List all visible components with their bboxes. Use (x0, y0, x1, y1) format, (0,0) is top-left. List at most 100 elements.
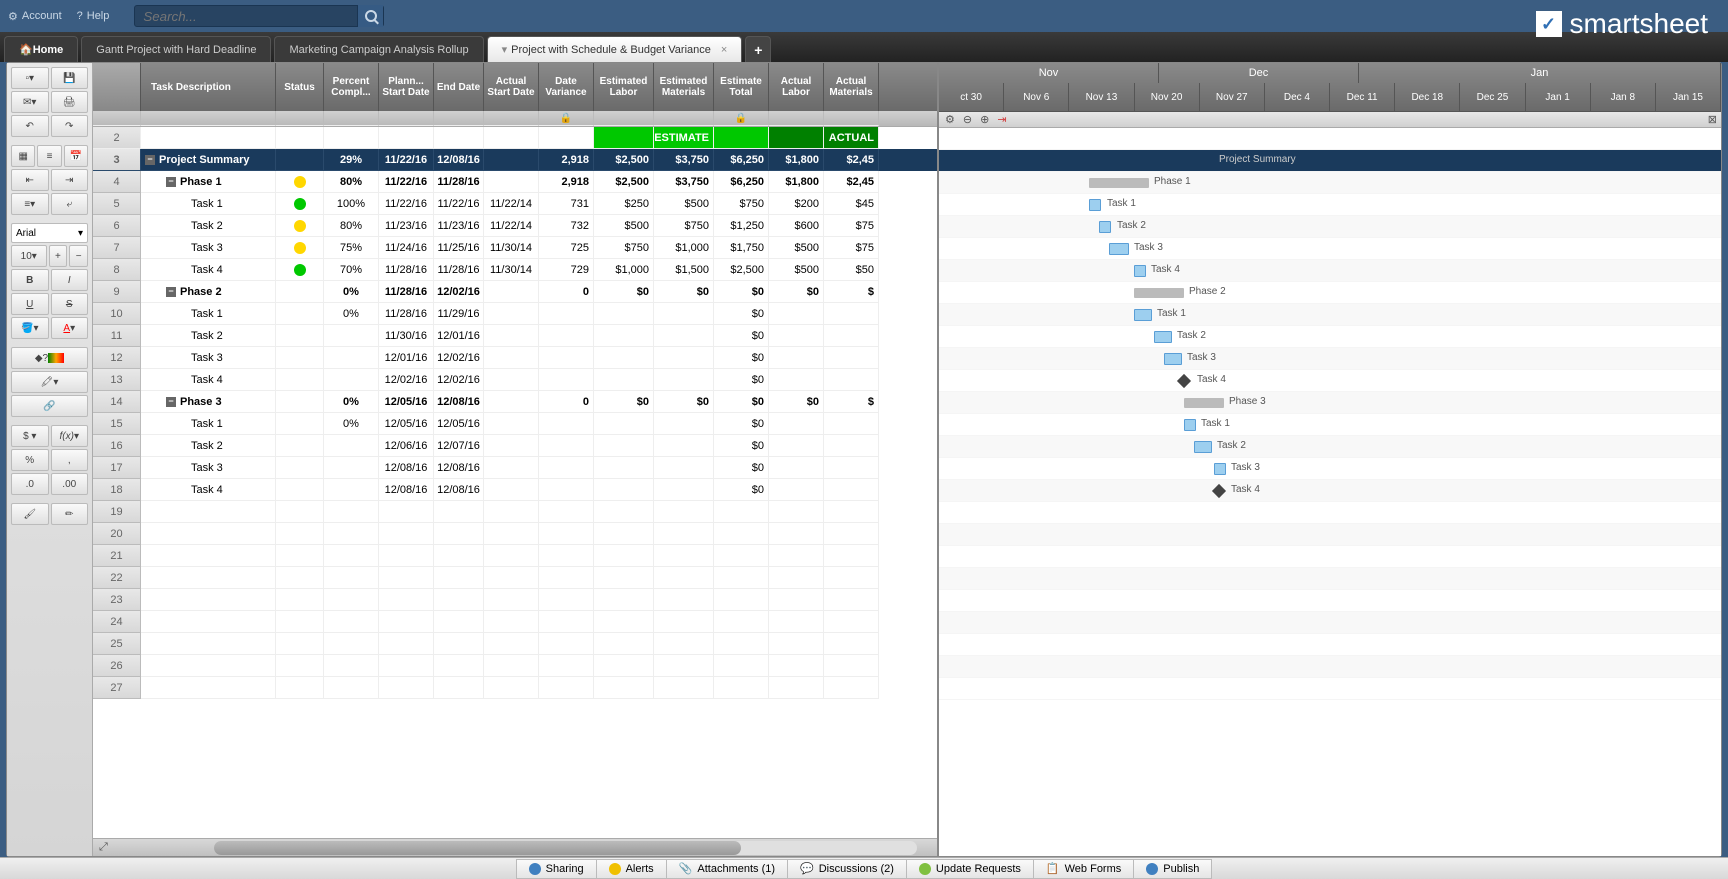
data-row[interactable]: 5 Task 1 100% 11/22/16 11/22/16 11/22/14… (93, 193, 937, 215)
fontsize-select[interactable]: 10 ▾ (11, 245, 47, 267)
updates-button[interactable]: Update Requests (907, 859, 1034, 879)
grid-view-button[interactable]: ▦ (11, 145, 35, 167)
empty-row[interactable]: 25 (93, 633, 937, 655)
save-button[interactable]: 💾 (51, 67, 89, 89)
empty-row[interactable]: 22 (93, 567, 937, 589)
percent-button[interactable]: % (11, 449, 49, 471)
redo-button[interactable]: ↷ (51, 115, 89, 137)
gear-icon[interactable]: ⚙ (945, 113, 955, 126)
email-button[interactable]: ✉▾ (11, 91, 49, 113)
align-button[interactable]: ≡▾ (11, 193, 49, 215)
tab-home[interactable]: 🏠 Home (4, 36, 78, 62)
data-row[interactable]: 10 Task 1 0% 11/28/16 11/29/16 $0 (93, 303, 937, 325)
italic-button[interactable]: I (51, 269, 89, 291)
tab-gantt-project[interactable]: Gantt Project with Hard Deadline (81, 36, 271, 62)
empty-row[interactable]: 21 (93, 545, 937, 567)
thousands-button[interactable]: , (51, 449, 89, 471)
search-input[interactable] (135, 9, 357, 24)
format-painter-button[interactable]: 🖌 (11, 503, 49, 525)
gantt-body[interactable]: Project SummaryPhase 1Task 1Task 2Task 3… (939, 128, 1721, 856)
data-row[interactable]: 16 Task 2 12/06/16 12/07/16 $0 (93, 435, 937, 457)
empty-row[interactable]: 24 (93, 611, 937, 633)
calendar-view-button[interactable]: 📅 (64, 145, 88, 167)
grid-body[interactable]: 2 ESTIMATE ACTUAL 3 −Project Summary 29%… (93, 127, 937, 838)
data-row[interactable]: 4 −Phase 1 80% 11/22/16 11/28/16 2,918 $… (93, 171, 937, 193)
corner-cell[interactable] (93, 63, 141, 111)
alerts-button[interactable]: Alerts (597, 859, 667, 879)
data-row[interactable]: 11 Task 2 11/30/16 12/01/16 $0 (93, 325, 937, 347)
data-row[interactable]: 17 Task 3 12/08/16 12/08/16 $0 (93, 457, 937, 479)
empty-row[interactable]: 20 (93, 523, 937, 545)
attachments-button[interactable]: 📎Attachments (1) (667, 859, 788, 879)
zoom-in-icon[interactable]: ⊕ (980, 113, 989, 126)
font-select[interactable]: Arial▾ (11, 223, 88, 243)
col-elabor[interactable]: Estimated Labor (594, 63, 654, 111)
undo-button[interactable]: ↶ (11, 115, 49, 137)
account-link[interactable]: ⚙ Account (8, 10, 62, 23)
tab-marketing[interactable]: Marketing Campaign Analysis Rollup (274, 36, 483, 62)
sharing-button[interactable]: Sharing (516, 859, 597, 879)
h-scrollbar[interactable] (214, 841, 917, 855)
conditional-format-button[interactable]: ◆? (11, 347, 88, 369)
today-icon[interactable]: ⇥ (997, 113, 1006, 126)
data-row[interactable]: 14 −Phase 3 0% 12/05/16 12/08/16 0 $0 $0… (93, 391, 937, 413)
bold-button[interactable]: B (11, 269, 49, 291)
increase-font-button[interactable]: + (49, 245, 68, 267)
currency-button[interactable]: $ ▾ (11, 425, 49, 447)
strike-button[interactable]: S (51, 293, 89, 315)
col-status[interactable]: Status (276, 63, 324, 111)
data-row[interactable]: 7 Task 3 75% 11/24/16 11/25/16 11/30/14 … (93, 237, 937, 259)
empty-row[interactable]: 19 (93, 501, 937, 523)
newsheet-button[interactable]: ▫▾ (11, 67, 49, 89)
print-button[interactable]: 🖨 (51, 91, 89, 113)
empty-row[interactable]: 23 (93, 589, 937, 611)
outdent-button[interactable]: ⇤ (11, 169, 49, 191)
clear-format-button[interactable]: ✏ (51, 503, 89, 525)
data-row[interactable]: 13 Task 4 12/02/16 12/02/16 $0 (93, 369, 937, 391)
col-dvar[interactable]: Date Variance (539, 63, 594, 111)
zoom-out-icon[interactable]: ⊖ (963, 113, 972, 126)
highlight-button[interactable]: 🖍▾ (11, 371, 88, 393)
data-row[interactable]: 8 Task 4 70% 11/28/16 11/28/16 11/30/14 … (93, 259, 937, 281)
col-pct[interactable]: Percent Compl... (324, 63, 379, 111)
underline-button[interactable]: U (11, 293, 49, 315)
empty-row[interactable]: 26 (93, 655, 937, 677)
increase-decimal-button[interactable]: .00 (51, 473, 89, 495)
col-plstart[interactable]: Plann... Start Date (379, 63, 434, 111)
close-gantt-icon[interactable]: ⊠ (1708, 113, 1717, 126)
textcolor-button[interactable]: A▾ (51, 317, 89, 339)
search-button[interactable] (357, 5, 383, 27)
col-alabor[interactable]: Actual Labor (769, 63, 824, 111)
fillcolor-button[interactable]: 🪣▾ (11, 317, 49, 339)
tab-new[interactable]: + (745, 36, 771, 62)
discussions-button[interactable]: 💬Discussions (2) (788, 859, 907, 879)
col-astart[interactable]: Actual Start Date (484, 63, 539, 111)
search-box[interactable] (134, 5, 384, 27)
indent-button[interactable]: ⇥ (51, 169, 89, 191)
data-row[interactable]: 9 −Phase 2 0% 11/28/16 12/02/16 0 $0 $0 … (93, 281, 937, 303)
data-row[interactable]: 3 −Project Summary 29% 11/22/16 12/08/16… (93, 149, 937, 171)
data-row[interactable]: 15 Task 1 0% 12/05/16 12/05/16 $0 (93, 413, 937, 435)
close-icon[interactable]: × (721, 44, 727, 56)
link-button[interactable]: 🔗 (11, 395, 88, 417)
col-end[interactable]: End Date (434, 63, 484, 111)
tab-active[interactable]: ▾Project with Schedule & Budget Variance… (487, 36, 743, 62)
decrease-font-button[interactable]: − (69, 245, 88, 267)
col-emat[interactable]: Estimated Materials (654, 63, 714, 111)
data-row[interactable]: 18 Task 4 12/08/16 12/08/16 $0 (93, 479, 937, 501)
topbar: ⚙ Account ? Help ✓ smartsheet (0, 0, 1728, 32)
help-link[interactable]: ? Help (77, 10, 110, 22)
formula-button[interactable]: f(x)▾ (51, 425, 89, 447)
col-task[interactable]: Task Description (141, 63, 276, 111)
wrap-button[interactable]: ⤶ (51, 193, 89, 215)
expand-icon[interactable]: ⤢ (93, 841, 114, 854)
data-row[interactable]: 12 Task 3 12/01/16 12/02/16 $0 (93, 347, 937, 369)
empty-row[interactable]: 27 (93, 677, 937, 699)
publish-button[interactable]: Publish (1134, 859, 1212, 879)
col-etotal[interactable]: Estimate Total (714, 63, 769, 111)
gantt-view-button[interactable]: ≡ (37, 145, 61, 167)
data-row[interactable]: 6 Task 2 80% 11/23/16 11/23/16 11/22/14 … (93, 215, 937, 237)
webforms-button[interactable]: 📋Web Forms (1034, 859, 1134, 879)
decrease-decimal-button[interactable]: .0 (11, 473, 49, 495)
col-amat[interactable]: Actual Materials (824, 63, 879, 111)
